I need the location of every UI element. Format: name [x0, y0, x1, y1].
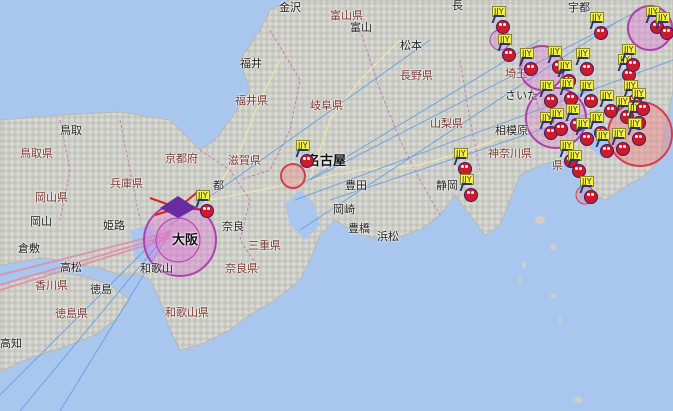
station-marker-icon[interactable] [616, 142, 630, 156]
station-marker-icon[interactable] [200, 204, 214, 218]
station-marker-icon[interactable] [632, 132, 646, 146]
station-marker-icon[interactable] [300, 154, 314, 168]
island [550, 244, 556, 250]
station-marker-icon[interactable] [594, 26, 608, 40]
station-marker-icon[interactable] [502, 48, 516, 62]
station-marker-icon[interactable] [554, 122, 568, 136]
station-marker-icon[interactable] [580, 132, 594, 146]
station-marker-icon[interactable] [584, 94, 598, 108]
map-canvas [0, 0, 673, 411]
island [558, 318, 562, 322]
island [535, 216, 545, 224]
station-marker-icon[interactable] [636, 102, 650, 116]
station-marker-icon[interactable] [496, 20, 510, 34]
station-marker-icon[interactable] [580, 62, 594, 76]
map-view[interactable]: 金沢 富山県 富山 長野県 福井 福井県 岐阜県 鳥取県 鳥取 京都府 滋賀県 … [0, 0, 673, 411]
station-marker-icon[interactable] [626, 58, 640, 72]
station-marker-icon[interactable] [524, 62, 538, 76]
island [574, 397, 582, 403]
station-marker-icon[interactable] [464, 188, 478, 202]
island [550, 294, 556, 298]
station-marker-icon[interactable] [544, 94, 558, 108]
station-marker-icon[interactable] [660, 26, 673, 40]
station-marker-icon[interactable] [600, 144, 614, 158]
station-marker-icon[interactable] [584, 190, 598, 204]
island [522, 262, 526, 268]
island [518, 278, 522, 282]
